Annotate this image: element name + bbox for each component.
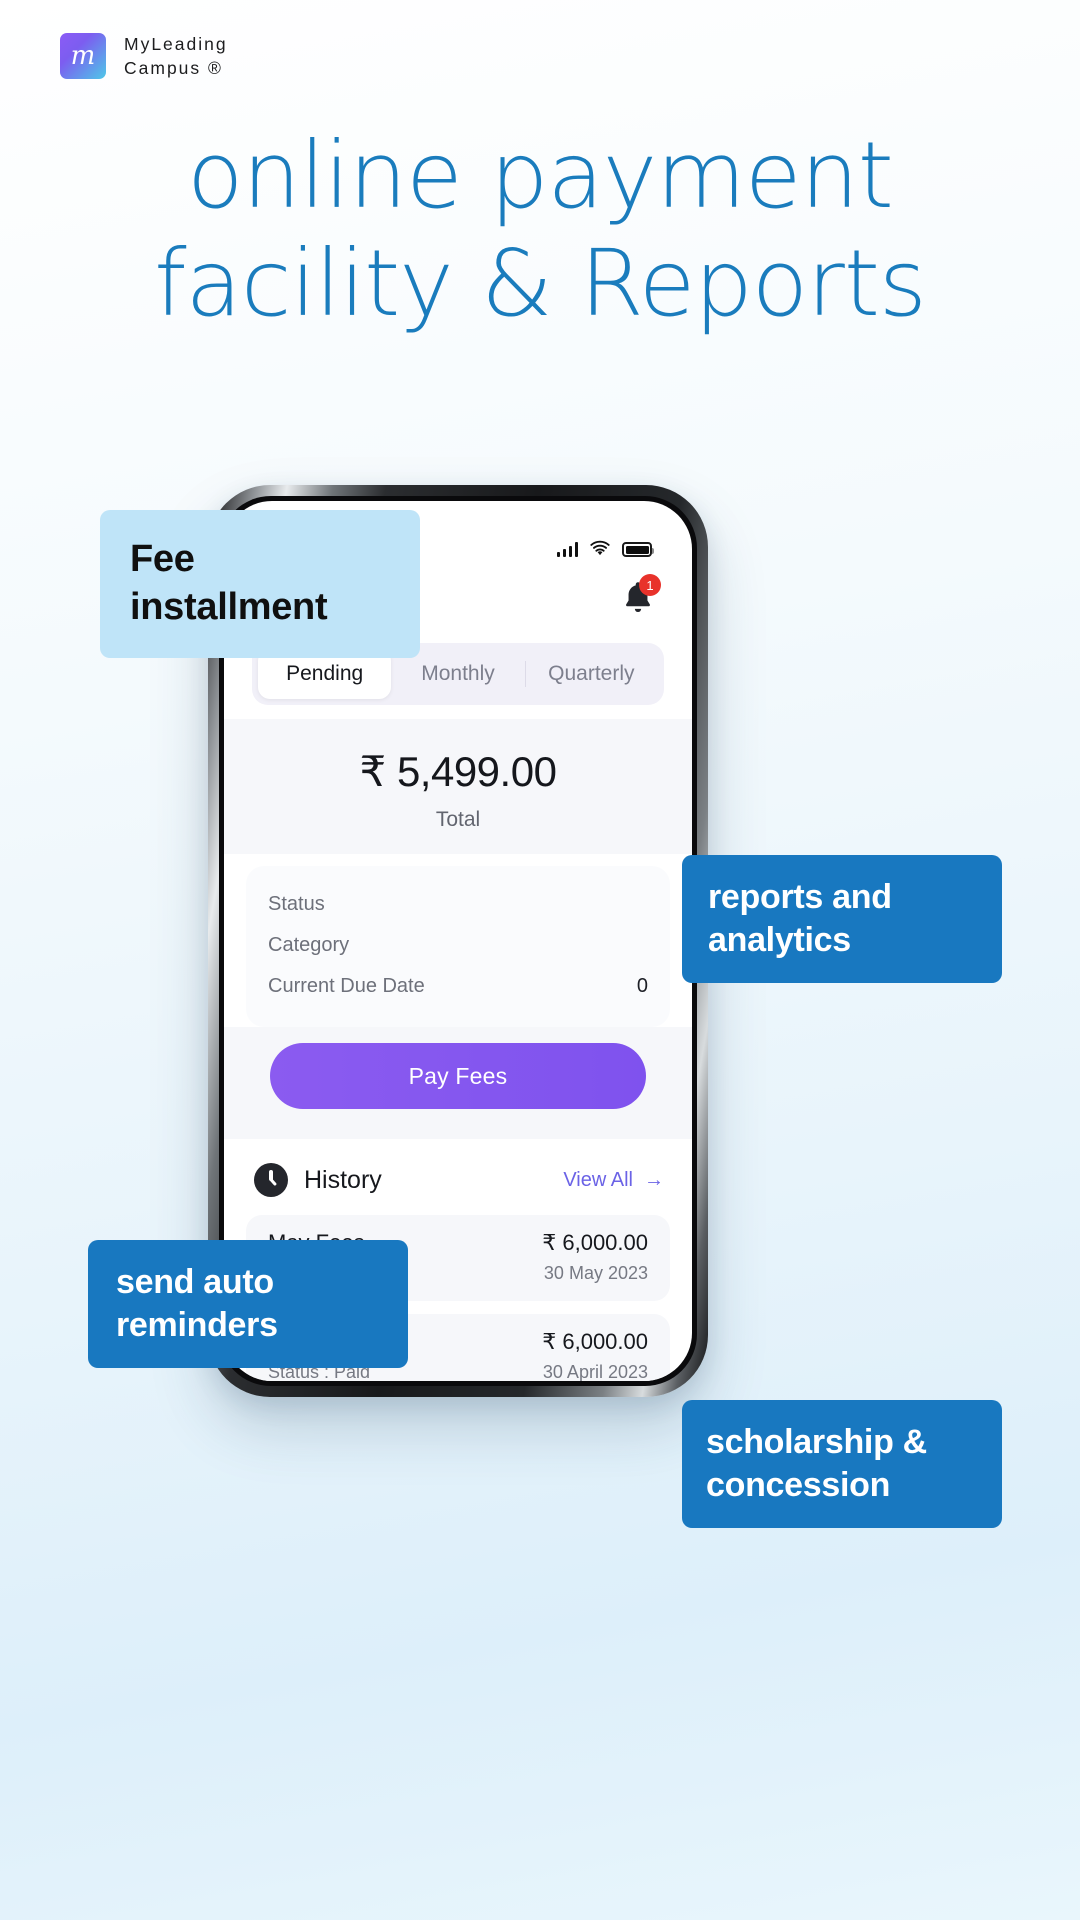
history-title: History (304, 1165, 382, 1194)
history-item-date: 30 May 2023 (543, 1263, 648, 1283)
callout-reports-analytics: reports and analytics (682, 855, 1002, 983)
brand-name: MyLeading Campus ® (124, 32, 228, 80)
fee-detail-card: Status Category Current Due Date 0 (246, 866, 670, 1027)
view-all-label: View All (563, 1168, 633, 1191)
callout-fee-installment: Fee installment (100, 510, 420, 658)
headline-line-1: online payment (187, 122, 894, 229)
pay-section: Pay Fees (224, 1027, 692, 1139)
signal-bars-icon (556, 541, 578, 557)
detail-label-due-date: Current Due Date (268, 975, 425, 997)
pay-fees-button[interactable]: Pay Fees (270, 1043, 646, 1109)
detail-value-due-date: 0 (636, 975, 648, 997)
tab-quarterly[interactable]: Quarterly (524, 649, 658, 699)
headline-line-2: facility & Reports (154, 229, 927, 337)
view-all-link[interactable]: View All → (563, 1169, 664, 1192)
detail-label-category: Category (268, 934, 350, 956)
clock-icon (254, 1163, 288, 1197)
history-header: History View All → (224, 1139, 692, 1215)
history-item-amount: ₹ 6,000.00 (542, 1329, 648, 1354)
brand-name-line2: Campus ® (124, 58, 223, 79)
detail-row-category: Category (268, 925, 648, 966)
detail-label-status: Status (268, 893, 325, 915)
brand-logo: m MyLeading Campus ® (60, 32, 228, 80)
battery-full-icon (622, 542, 654, 557)
notification-badge: 1 (639, 574, 661, 596)
total-amount: ₹ 5,499.00 (359, 748, 557, 795)
detail-row-due-date: Current Due Date 0 (268, 966, 648, 1007)
page-title: online payment facility & Reports (0, 122, 1080, 337)
fee-summary: ₹ 5,499.00 Total (224, 719, 692, 854)
wifi-icon (590, 540, 610, 556)
total-label: Total (435, 808, 481, 831)
brand-mark-icon: m (60, 33, 106, 80)
notifications-button[interactable]: 1 (617, 574, 661, 619)
history-item-amount: ₹ 6,000.00 (542, 1230, 648, 1255)
brand-name-line1: MyLeading (124, 34, 228, 54)
callout-auto-reminders: send auto reminders (88, 1240, 408, 1368)
arrow-right-icon: → (644, 1168, 664, 1191)
detail-row-status: Status (268, 884, 648, 925)
history-item-date: 30 April 2023 (542, 1362, 648, 1381)
callout-scholarship-concession: scholarship & concession (682, 1400, 1002, 1528)
